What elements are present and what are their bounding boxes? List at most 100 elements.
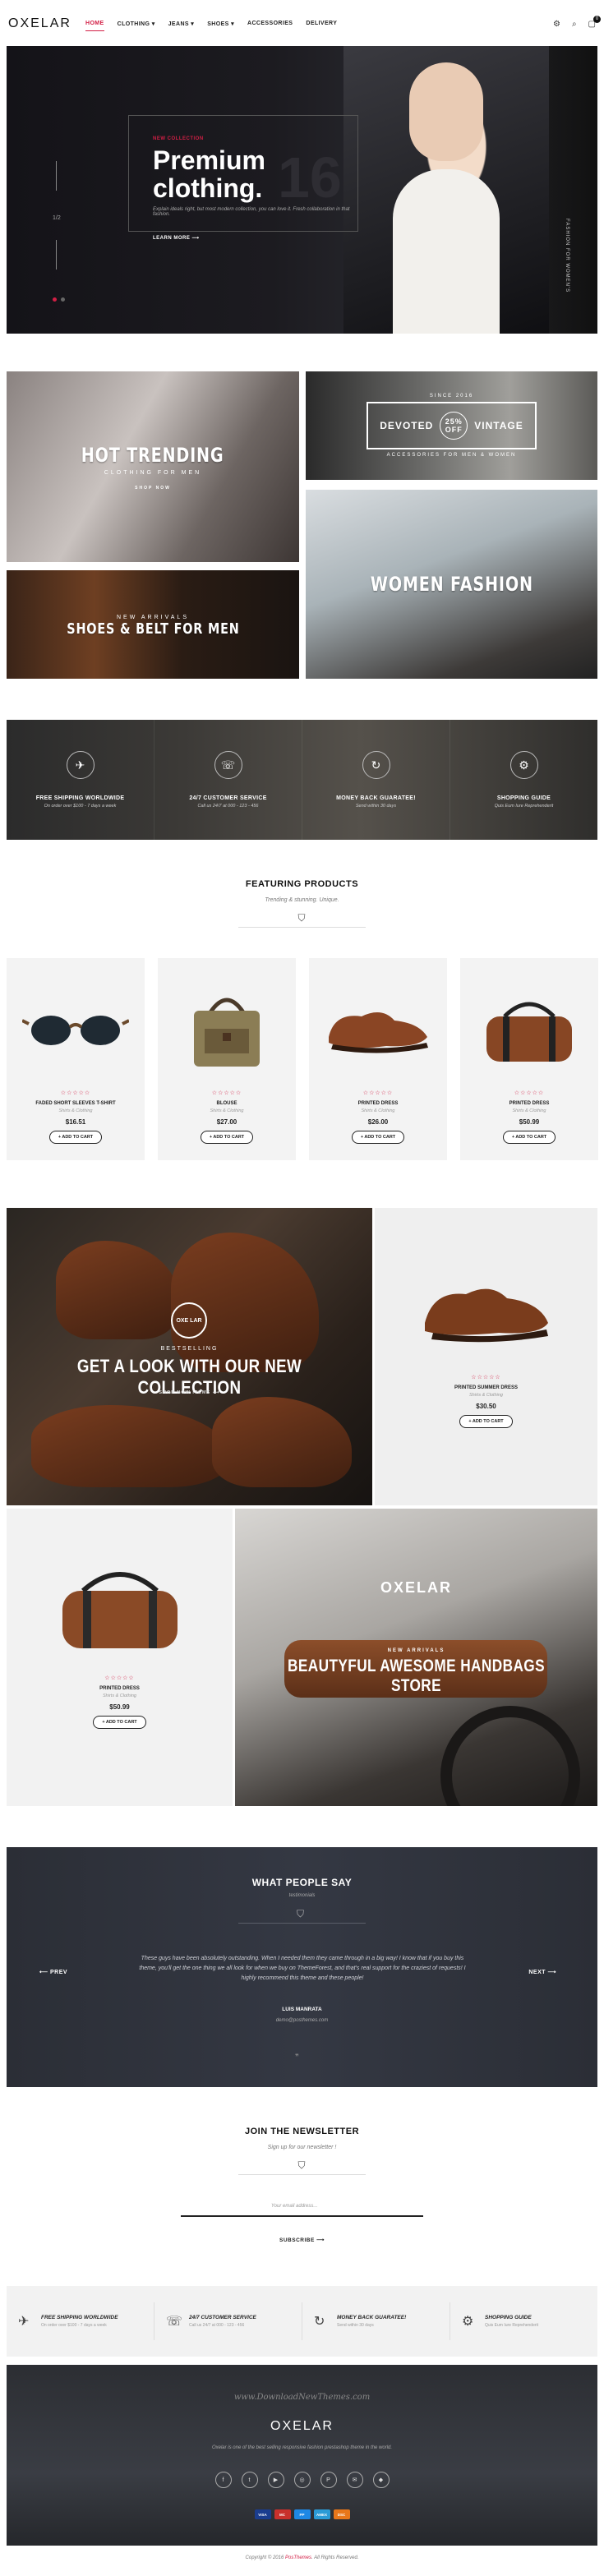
nav-item-home[interactable]: HOME [85, 21, 104, 31]
refresh-icon: ↻ [362, 751, 390, 779]
facebook-icon[interactable]: f [214, 2472, 232, 2488]
product-name[interactable]: PRINTED SUMMER DRESS [454, 1385, 518, 1390]
nav-item-jeans[interactable]: JEANS ▾ [168, 21, 195, 27]
product-card[interactable]: ☆☆☆☆☆ PRINTED DRESS Shirts & Clothing $50.9… [460, 958, 598, 1160]
slider-dot[interactable] [53, 297, 57, 302]
footer-logo[interactable]: OXELAR [7, 2419, 597, 2434]
copyright: Copyright © 2016 PosThemes. All Rights R… [0, 2555, 604, 2560]
youtube-icon[interactable]: ▶ [267, 2472, 284, 2488]
next-button[interactable]: NEXT ⟶ [528, 1969, 556, 1975]
featuring-subtitle: Trending & stunning. Unique. [265, 897, 339, 903]
handbag-badge: OXELAR [380, 1579, 452, 1596]
banner-shoes-belt[interactable]: NEW ARRIVALS SHOES & BELT FOR MEN [7, 570, 299, 679]
banner-title: HOT TRENDING [81, 443, 224, 467]
add-to-cart-button[interactable]: + ADD TO CART [351, 1131, 405, 1144]
header-icons: ⚙ ⌕ ▢ 0 [553, 15, 601, 29]
slider-dot[interactable] [61, 297, 65, 302]
payment-icons: VISA MC PP AMEX DSC [7, 2509, 597, 2519]
hero-learn-more-link[interactable]: LEARN MORE ⟶ [153, 235, 200, 241]
nav-item-accessories[interactable]: ACCESSORIES [247, 21, 293, 27]
prev-button[interactable]: ⟵ PREV [39, 1969, 67, 1975]
nav-item-delivery[interactable]: DELIVERY [306, 21, 337, 27]
newsletter-email-input[interactable]: Your email address... [181, 2200, 423, 2217]
nav-item-shoes[interactable]: SHOES ▾ [207, 21, 234, 27]
service-desc: Call us 24/7 at 000 - 123 - 456 [197, 804, 259, 809]
prev-label: PREV [49, 1970, 68, 1975]
pinterest-icon[interactable]: P [320, 2472, 337, 2488]
newsletter-subtitle: Sign up for our newsletter ! [267, 2145, 337, 2150]
vimeo-icon[interactable]: ◆ [372, 2472, 390, 2488]
service-title: MONEY BACK GUARATEE! [337, 2315, 407, 2320]
hero-slider[interactable]: 16 1/2 NEW COLLECTION Premium clothing. … [7, 46, 597, 334]
services-bar: ✈ FREE SHIPPING WORLDWIDE On order over $1… [7, 2286, 597, 2357]
product-name[interactable]: BLOUSE [216, 1101, 237, 1106]
service-item: ↻ MONEY BACK GUARATEE! Send within 30 days [302, 720, 450, 840]
service-item: ⚙ SHOPPING GUIDE Quis Eum Iure Reprehender… [450, 720, 597, 840]
plane-icon: ✈ [18, 2315, 30, 2329]
banner-link[interactable]: SHOP NOW [135, 486, 171, 491]
handbag-banner[interactable]: OXELAR NEW ARRIVALS BEAUTYFUL AWESOME HA… [235, 1509, 597, 1806]
add-to-cart-button[interactable]: + ADD TO CART [502, 1131, 556, 1144]
service-item: ⚙ SHOPPING GUIDE Quis Eum Iure Reprehender… [450, 2302, 597, 2340]
collection-link[interactable]: SHOP NOW ITEMS ⟶ [7, 1390, 372, 1395]
product-card[interactable]: ☆☆☆☆☆ PRINTED DRESS Shirts & Clothing $26.0… [309, 958, 447, 1160]
handbag-small: NEW ARRIVALS [387, 1648, 445, 1653]
add-to-cart-button[interactable]: + ADD TO CART [200, 1131, 254, 1144]
banner-top-text: SINCE 2016 [429, 394, 474, 399]
product-name[interactable]: PRINTED DRESS [509, 1101, 550, 1106]
testimonial-author: LUIS MANRATA [282, 2007, 322, 2012]
product-name[interactable]: FADED SHORT SLEEVES T-SHIRT [35, 1101, 115, 1106]
copyright-suffix: . All Rights Reserved. [311, 2555, 359, 2560]
search-icon[interactable]: ⌕ [572, 20, 577, 29]
collection-banner[interactable]: OXE LAR BESTSELLING GET A LOOK WITH OUR … [7, 1208, 372, 1505]
product-image[interactable] [472, 989, 587, 1071]
product-price: $16.51 [65, 1118, 86, 1126]
product-card[interactable]: ☆☆☆☆☆ BLOUSE Shirts & Clothing $27.00 + ADD … [158, 958, 296, 1160]
hero-model-image [343, 46, 549, 334]
service-title: MONEY BACK GUARATEE! [336, 795, 416, 801]
product-image[interactable] [169, 989, 284, 1071]
product-name[interactable]: PRINTED DRESS [99, 1686, 140, 1691]
shoe-icon [325, 1000, 431, 1062]
product-name[interactable]: PRINTED DRESS [358, 1101, 399, 1106]
service-title: SHOPPING GUIDE [485, 2315, 532, 2320]
subscribe-button[interactable]: SUBSCRIBE ⟶ [0, 2237, 604, 2243]
product-image[interactable] [18, 989, 133, 1071]
add-to-cart-button[interactable]: + ADD TO CART [459, 1415, 513, 1428]
mail-icon[interactable]: ✉ [346, 2472, 363, 2488]
collection-badge: OXE LAR [171, 1302, 207, 1339]
product-card[interactable]: ☆☆☆☆☆ FADED SHORT SLEEVES T-SHIRT Shirts &… [7, 958, 145, 1160]
product-image-shoe [417, 1265, 556, 1356]
add-to-cart-button[interactable]: + ADD TO CART [93, 1716, 146, 1729]
twitter-icon[interactable]: t [241, 2472, 258, 2488]
featured-product[interactable]: ☆☆☆☆☆ PRINTED SUMMER DRESS Shirts & Clot… [375, 1208, 597, 1505]
banner-subtitle: CLOTHING FOR MEN [104, 469, 202, 476]
banner-women-fashion[interactable]: WOMEN FASHION [306, 490, 597, 679]
handbag-title: BEAUTYFUL AWESOME HANDBAGS STORE [288, 1657, 545, 1695]
hero-title-line2: clothing. [153, 173, 263, 203]
product-category: Shirts & Clothing [469, 1393, 503, 1398]
payment-visa-icon: VISA [254, 2509, 271, 2519]
nav-item-clothing[interactable]: CLOTHING ▾ [118, 21, 155, 27]
banner-vintage[interactable]: SINCE 2016 DEVOTED 25% OFF VINTAGE ACCES… [306, 371, 597, 480]
refresh-icon: ↻ [314, 2315, 325, 2329]
product-image[interactable] [320, 989, 436, 1071]
instagram-icon[interactable]: ◎ [293, 2472, 311, 2488]
copyright-brand[interactable]: PosThemes [285, 2555, 311, 2560]
newsletter-title: JOIN THE NEWSLETTER [244, 2127, 360, 2136]
site-header: OXELAR HOME CLOTHING ▾ JEANS ▾ SHOES ▾ ACCES… [0, 0, 604, 48]
rating-stars: ☆☆☆☆☆ [514, 1090, 545, 1096]
featured-product[interactable]: ☆☆☆☆☆ PRINTED DRESS Shirts & Clothing $5… [7, 1509, 233, 1806]
gear-icon: ⚙ [509, 751, 538, 779]
product-price: $30.50 [476, 1403, 496, 1410]
hero-divider [56, 240, 57, 270]
product-category: Shirts & Clothing [103, 1694, 136, 1698]
cart-icon[interactable]: ▢ 0 [588, 15, 601, 29]
collection-small: BESTSELLING [160, 1346, 219, 1352]
services-strip: ✈ FREE SHIPPING WORLDWIDE On order over $1… [7, 720, 597, 840]
site-logo[interactable]: OXELAR [8, 16, 70, 31]
settings-icon[interactable]: ⚙ [553, 20, 560, 29]
banner-hot-trending[interactable]: HOT TRENDING CLOTHING FOR MEN SHOP NOW [7, 371, 299, 562]
next-label: NEXT [528, 1970, 546, 1975]
add-to-cart-button[interactable]: + ADD TO CART [48, 1131, 103, 1144]
